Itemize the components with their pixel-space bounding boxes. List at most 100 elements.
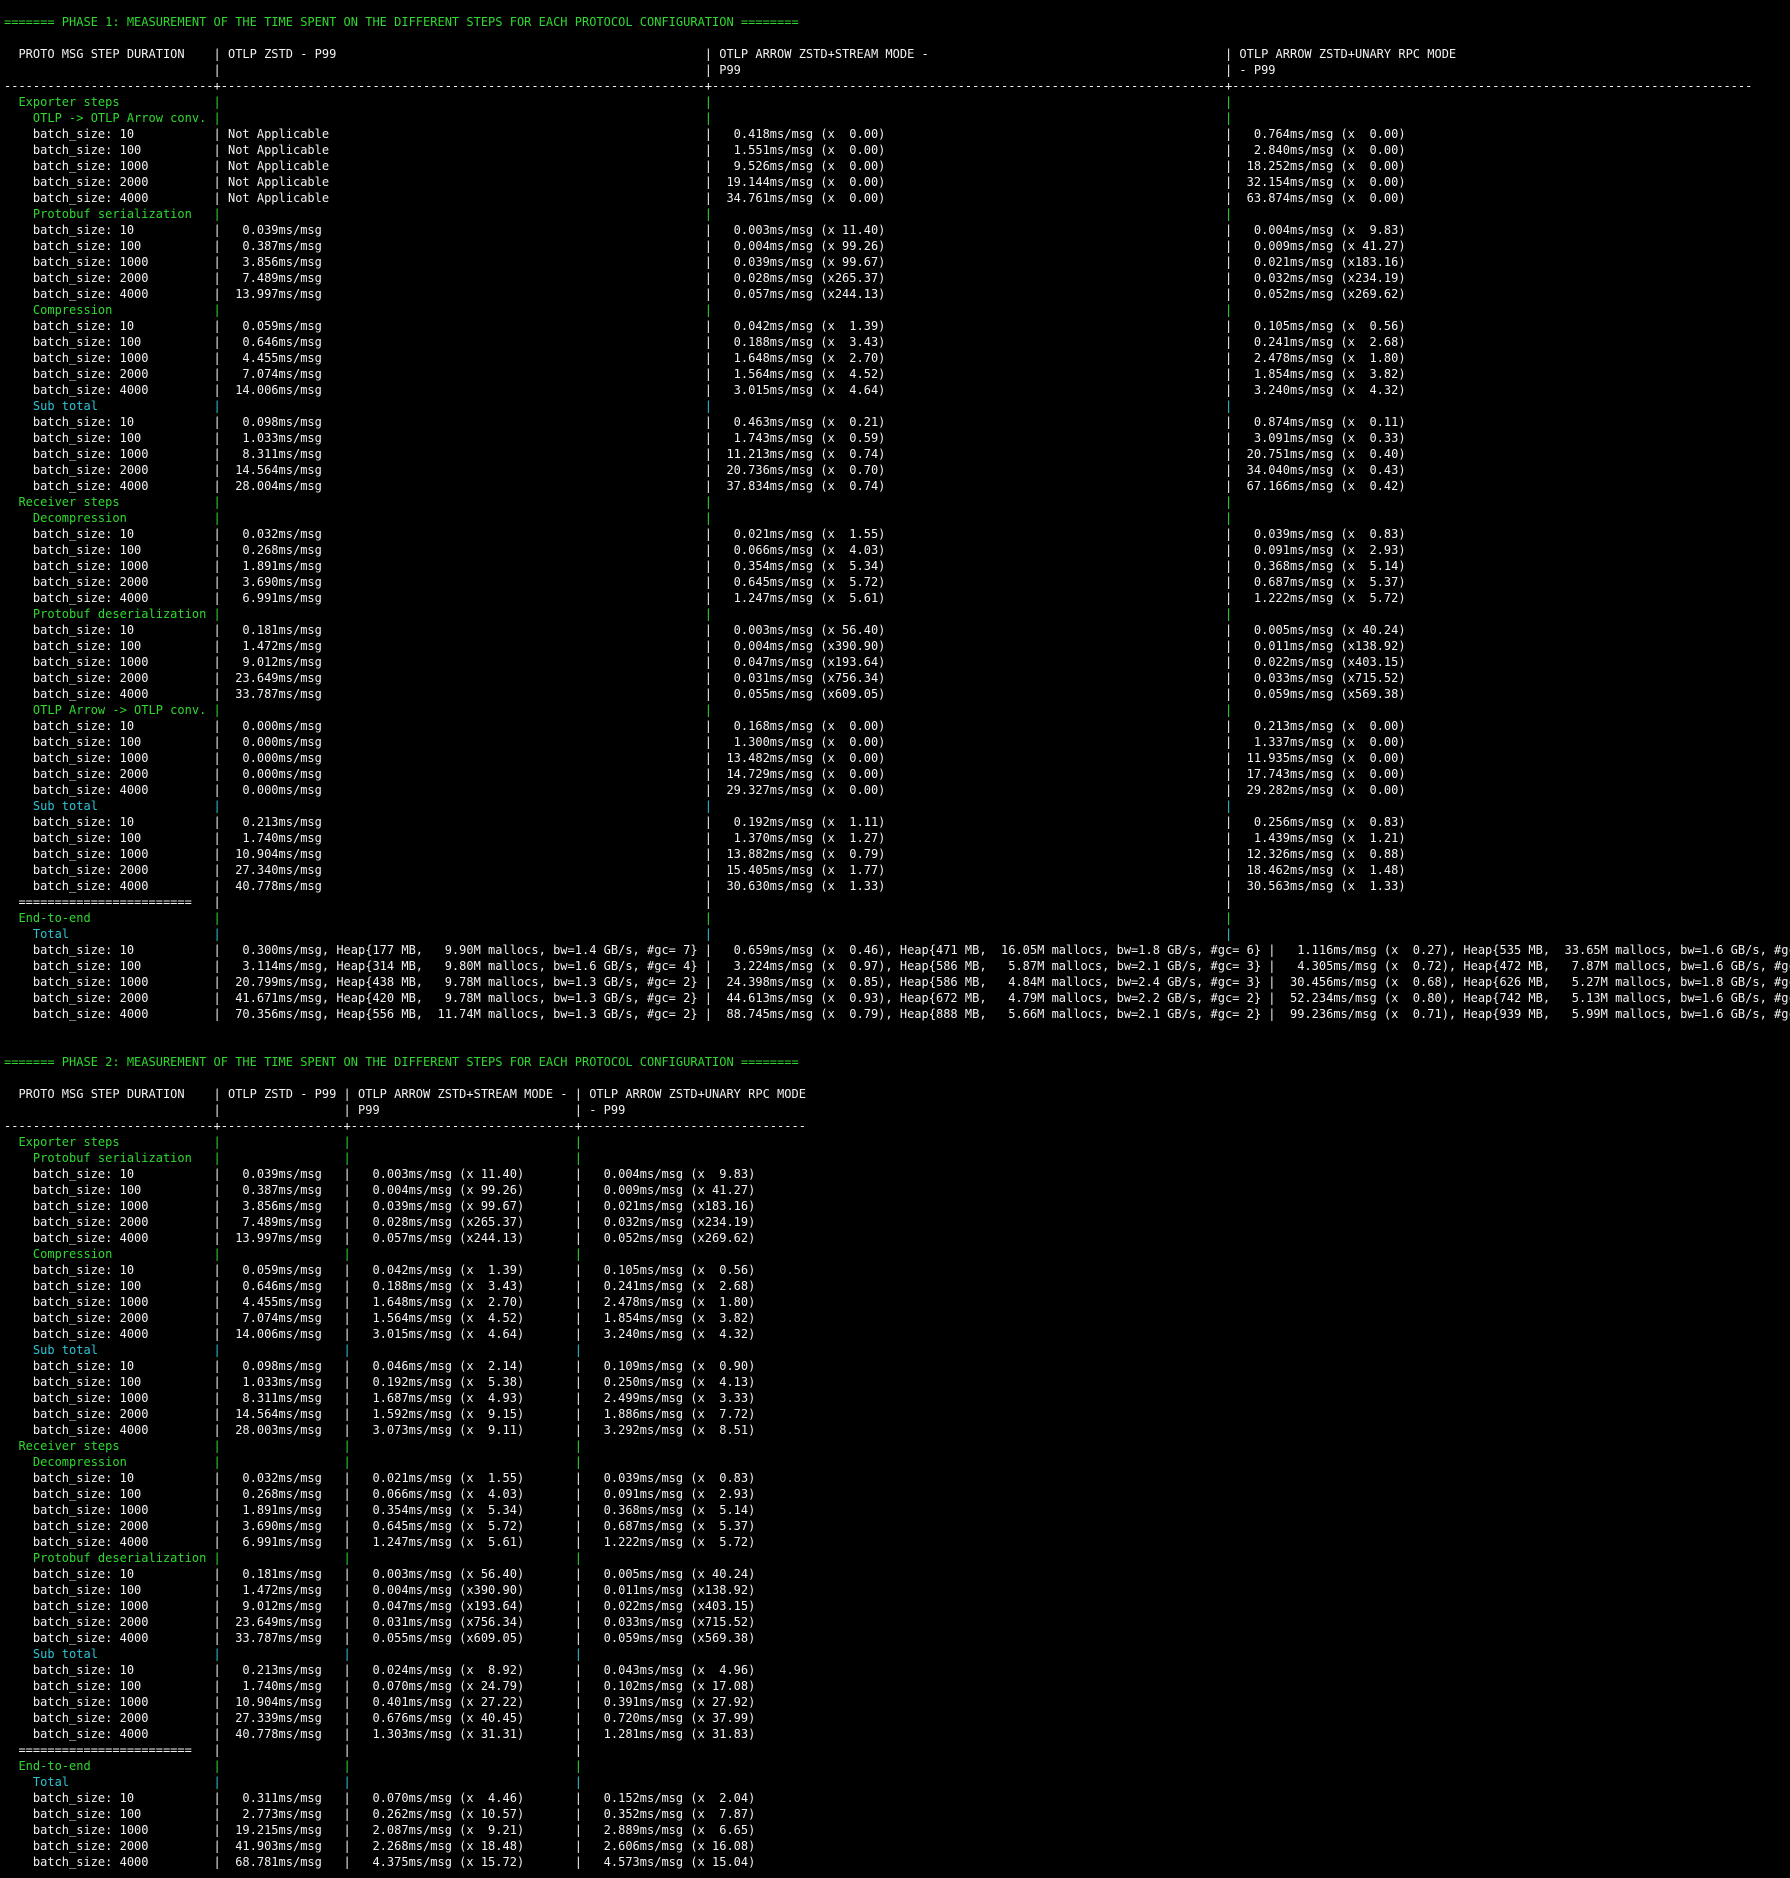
- table-row: batch_size: 2000 | 23.649ms/msg | 0.031m…: [4, 671, 1406, 685]
- table-row: batch_size: 1000 | 0.000ms/msg | 13.482m…: [4, 751, 1406, 765]
- table-row: batch_size: 100 | 0.387ms/msg | 0.004ms/…: [4, 1183, 756, 1197]
- table-row: batch_size: 100 | 1.033ms/msg | 1.743ms/…: [4, 431, 1406, 445]
- table-row: -----------------------------+----------…: [4, 1119, 806, 1133]
- table-row: batch_size: 1000 | Not Applicable | 9.52…: [4, 159, 1406, 173]
- table-row: batch_size: 4000 | 33.787ms/msg | 0.055m…: [4, 1631, 756, 1645]
- table-row: Sub total | | |: [4, 1343, 582, 1357]
- table-row: batch_size: 1000 | 1.891ms/msg | 0.354ms…: [4, 559, 1406, 573]
- table-row: Protobuf serialization | | |: [4, 207, 1233, 221]
- table-row: batch_size: 10 | 0.032ms/msg | 0.021ms/m…: [4, 527, 1406, 541]
- table-row: batch_size: 10 | 0.098ms/msg | 0.046ms/m…: [4, 1359, 756, 1373]
- table-row: batch_size: 2000 | 3.690ms/msg | 0.645ms…: [4, 1519, 756, 1533]
- table-row: batch_size: 100 | 0.646ms/msg | 0.188ms/…: [4, 335, 1406, 349]
- table-row: Receiver steps | | |: [4, 1439, 582, 1453]
- table-row: batch_size: 10 | 0.059ms/msg | 0.042ms/m…: [4, 1263, 756, 1277]
- table-row: batch_size: 1000 | 19.215ms/msg | 2.087m…: [4, 1823, 756, 1837]
- table-row: batch_size: 4000 | 33.787ms/msg | 0.055m…: [4, 687, 1406, 701]
- table-row: batch_size: 1000 | 4.455ms/msg | 1.648ms…: [4, 1295, 756, 1309]
- terminal-output: ======= PHASE 1: MEASUREMENT OF THE TIME…: [0, 0, 1790, 1870]
- table-row: batch_size: 10 | Not Applicable | 0.418m…: [4, 127, 1406, 141]
- table-row: batch_size: 1000 | 8.311ms/msg | 1.687ms…: [4, 1391, 756, 1405]
- table-row: -----------------------------+----------…: [4, 79, 1753, 93]
- table-row: Receiver steps | | |: [4, 495, 1233, 509]
- table-row: batch_size: 4000 | 28.003ms/msg | 3.073m…: [4, 1423, 756, 1437]
- table-row: batch_size: 2000 | 27.340ms/msg | 15.405…: [4, 863, 1406, 877]
- table-row: batch_size: 1000 | 3.856ms/msg | 0.039ms…: [4, 1199, 756, 1213]
- table-row: batch_size: 4000 | 40.778ms/msg | 30.630…: [4, 879, 1406, 893]
- table-row: batch_size: 10 | 0.039ms/msg | 0.003ms/m…: [4, 223, 1406, 237]
- phase1-title: ======= PHASE 1: MEASUREMENT OF THE TIME…: [4, 15, 799, 29]
- table-row: batch_size: 2000 | 41.671ms/msg, Heap{42…: [4, 991, 1790, 1005]
- table-row: ======================== | | |: [4, 895, 1233, 909]
- table-row: batch_size: 2000 | 7.489ms/msg | 0.028ms…: [4, 1215, 756, 1229]
- table-row: batch_size: 100 | 1.740ms/msg | 1.370ms/…: [4, 831, 1406, 845]
- table-row: batch_size: 1000 | 3.856ms/msg | 0.039ms…: [4, 255, 1406, 269]
- table-row: batch_size: 100 | 2.773ms/msg | 0.262ms/…: [4, 1807, 756, 1821]
- table-row: batch_size: 2000 | 7.489ms/msg | 0.028ms…: [4, 271, 1406, 285]
- table-row: batch_size: 10 | 0.098ms/msg | 0.463ms/m…: [4, 415, 1406, 429]
- phase2-table: PROTO MSG STEP DURATION | OTLP ZSTD - P9…: [4, 1086, 1790, 1870]
- table-row: batch_size: 4000 | 13.997ms/msg | 0.057m…: [4, 287, 1406, 301]
- phase2-title: ======= PHASE 2: MEASUREMENT OF THE TIME…: [4, 1055, 799, 1069]
- table-row: batch_size: 2000 | 14.564ms/msg | 1.592m…: [4, 1407, 756, 1421]
- table-row: batch_size: 100 | 0.646ms/msg | 0.188ms/…: [4, 1279, 756, 1293]
- table-row: | | P99 | - P99: [4, 1103, 626, 1117]
- table-row: batch_size: 4000 | 14.006ms/msg | 3.015m…: [4, 1327, 756, 1341]
- table-row: batch_size: 1000 | 9.012ms/msg | 0.047ms…: [4, 1599, 756, 1613]
- table-row: Exporter steps | | |: [4, 1135, 582, 1149]
- table-row: batch_size: 1000 | 9.012ms/msg | 0.047ms…: [4, 655, 1406, 669]
- table-row: Total | | |: [4, 927, 1233, 941]
- table-row: batch_size: 10 | 0.039ms/msg | 0.003ms/m…: [4, 1167, 756, 1181]
- table-row: Decompression | | |: [4, 511, 1233, 525]
- table-row: batch_size: 10 | 0.300ms/msg, Heap{177 M…: [4, 943, 1790, 957]
- table-row: batch_size: 4000 | 70.356ms/msg, Heap{55…: [4, 1007, 1790, 1021]
- table-row: batch_size: 100 | 0.268ms/msg | 0.066ms/…: [4, 1487, 756, 1501]
- table-row: PROTO MSG STEP DURATION | OTLP ZSTD - P9…: [4, 1087, 806, 1101]
- table-row: batch_size: 2000 | Not Applicable | 19.1…: [4, 175, 1406, 189]
- table-row: Protobuf serialization | | |: [4, 1151, 582, 1165]
- table-row: batch_size: 2000 | 23.649ms/msg | 0.031m…: [4, 1615, 756, 1629]
- table-row: batch_size: 100 | 1.740ms/msg | 0.070ms/…: [4, 1679, 756, 1693]
- table-row: batch_size: 4000 | 14.006ms/msg | 3.015m…: [4, 383, 1406, 397]
- table-row: batch_size: 10 | 0.311ms/msg | 0.070ms/m…: [4, 1791, 756, 1805]
- table-row: ======================== | | |: [4, 1743, 582, 1757]
- table-row: Exporter steps | | |: [4, 95, 1233, 109]
- table-row: batch_size: 2000 | 7.074ms/msg | 1.564ms…: [4, 367, 1406, 381]
- table-row: Protobuf deserialization | | |: [4, 1551, 582, 1565]
- table-row: Sub total | | |: [4, 1647, 582, 1661]
- table-row: batch_size: 100 | 1.472ms/msg | 0.004ms/…: [4, 1583, 756, 1597]
- table-row: batch_size: 10 | 0.000ms/msg | 0.168ms/m…: [4, 719, 1406, 733]
- table-row: batch_size: 2000 | 27.339ms/msg | 0.676m…: [4, 1711, 756, 1725]
- table-row: batch_size: 10 | 0.213ms/msg | 0.192ms/m…: [4, 815, 1406, 829]
- table-row: batch_size: 10 | 0.059ms/msg | 0.042ms/m…: [4, 319, 1406, 333]
- table-row: Protobuf deserialization | | |: [4, 607, 1233, 621]
- table-row: batch_size: 4000 | 13.997ms/msg | 0.057m…: [4, 1231, 756, 1245]
- table-row: batch_size: 4000 | 6.991ms/msg | 1.247ms…: [4, 1535, 756, 1549]
- table-row: batch_size: 2000 | 7.074ms/msg | 1.564ms…: [4, 1311, 756, 1325]
- table-row: batch_size: 1000 | 10.904ms/msg | 13.882…: [4, 847, 1406, 861]
- table-row: batch_size: 100 | 1.033ms/msg | 0.192ms/…: [4, 1375, 756, 1389]
- table-row: batch_size: 1000 | 4.455ms/msg | 1.648ms…: [4, 351, 1406, 365]
- table-row: batch_size: 4000 | 0.000ms/msg | 29.327m…: [4, 783, 1406, 797]
- table-row: batch_size: 1000 | 1.891ms/msg | 0.354ms…: [4, 1503, 756, 1517]
- table-row: batch_size: 4000 | 40.778ms/msg | 1.303m…: [4, 1727, 756, 1741]
- table-row: Compression | | |: [4, 303, 1233, 317]
- table-row: batch_size: 100 | Not Applicable | 1.551…: [4, 143, 1406, 157]
- table-row: End-to-end | | |: [4, 1759, 582, 1773]
- table-row: batch_size: 10 | 0.032ms/msg | 0.021ms/m…: [4, 1471, 756, 1485]
- table-row: batch_size: 10 | 0.181ms/msg | 0.003ms/m…: [4, 1567, 756, 1581]
- table-row: batch_size: 4000 | 68.781ms/msg | 4.375m…: [4, 1855, 756, 1869]
- table-row: batch_size: 4000 | Not Applicable | 34.7…: [4, 191, 1406, 205]
- table-row: OTLP Arrow -> OTLP conv. | | |: [4, 703, 1233, 717]
- table-row: batch_size: 100 | 0.000ms/msg | 1.300ms/…: [4, 735, 1406, 749]
- table-row: Compression | | |: [4, 1247, 582, 1261]
- table-row: batch_size: 100 | 0.268ms/msg | 0.066ms/…: [4, 543, 1406, 557]
- table-row: OTLP -> OTLP Arrow conv. | | |: [4, 111, 1233, 125]
- table-row: batch_size: 2000 | 3.690ms/msg | 0.645ms…: [4, 575, 1406, 589]
- table-row: batch_size: 4000 | 6.991ms/msg | 1.247ms…: [4, 591, 1406, 605]
- table-row: | | P99 | - P99: [4, 63, 1276, 77]
- table-row: batch_size: 100 | 1.472ms/msg | 0.004ms/…: [4, 639, 1406, 653]
- table-row: batch_size: 1000 | 20.799ms/msg, Heap{43…: [4, 975, 1790, 989]
- table-row: batch_size: 4000 | 28.004ms/msg | 37.834…: [4, 479, 1406, 493]
- table-row: batch_size: 10 | 0.181ms/msg | 0.003ms/m…: [4, 623, 1406, 637]
